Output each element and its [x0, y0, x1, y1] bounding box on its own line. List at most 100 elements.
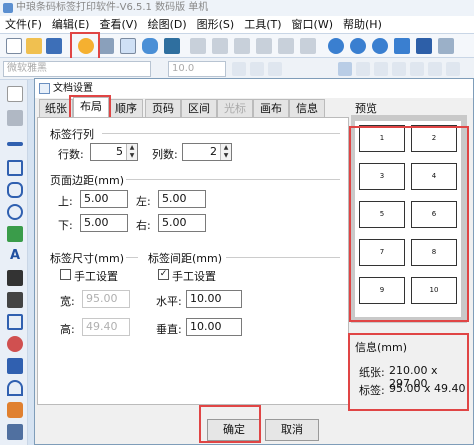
stepper-arrows-icon[interactable]: ▲ ▼ [126, 144, 137, 160]
new-document-icon[interactable] [6, 38, 22, 54]
margin-top-input[interactable]: 5.00 [80, 190, 128, 208]
char-spacing-icon[interactable] [446, 62, 460, 76]
underline-icon[interactable] [268, 62, 282, 76]
cols-stepper[interactable]: 2 ▲ ▼ [182, 143, 232, 161]
align-center-icon[interactable] [356, 62, 370, 76]
font-name-select[interactable]: 微软雅黑 [3, 61, 151, 77]
database-icon[interactable] [142, 38, 158, 54]
bold-icon[interactable] [232, 62, 246, 76]
tab-info[interactable]: 信息 [289, 99, 325, 117]
rows-label: 行数: [58, 148, 84, 161]
paste-icon[interactable] [234, 38, 250, 54]
align-right-icon[interactable] [374, 62, 388, 76]
menu-tools[interactable]: 工具(T) [239, 16, 286, 34]
zoom-fit-icon[interactable] [372, 38, 388, 54]
vertical-spacing-label: 垂直: [156, 323, 182, 336]
rows-stepper[interactable]: 5 ▲ ▼ [90, 143, 138, 161]
qrcode-icon[interactable] [7, 292, 23, 308]
line-icon[interactable] [7, 142, 23, 146]
open-folder-icon[interactable] [26, 38, 42, 54]
app-title-bar: 中琅条码标签打印软件-V6.5.1 数码版 单机 [0, 0, 474, 16]
grid-view-icon[interactable] [416, 38, 432, 54]
tab-order[interactable]: 顺序 [109, 99, 143, 117]
pen-icon[interactable] [7, 402, 23, 418]
justify-icon[interactable] [392, 62, 406, 76]
save-icon[interactable] [46, 38, 62, 54]
margin-right-label: 右: [136, 219, 151, 232]
zoom-in-icon[interactable] [328, 38, 344, 54]
curve-icon[interactable] [7, 358, 23, 374]
cut-icon[interactable] [190, 38, 206, 54]
cancel-button[interactable]: 取消 [265, 419, 319, 441]
menu-window[interactable]: 窗口(W) [287, 16, 338, 34]
text-icon[interactable]: A [7, 248, 23, 264]
table-icon[interactable] [7, 314, 23, 330]
margin-bottom-label: 下: [58, 219, 73, 232]
horizontal-spacing-input[interactable]: 10.00 [186, 290, 242, 308]
preview-area: 1 2 3 4 5 6 7 8 9 10 [351, 115, 467, 323]
size-manual-checkbox[interactable] [60, 269, 71, 280]
preview-title: 预览 [355, 102, 377, 115]
tab-canvas[interactable]: 画布 [253, 99, 289, 117]
label-height-input[interactable]: 49.40 [82, 318, 130, 336]
ellipse-icon[interactable] [7, 204, 23, 220]
stepper-arrows-icon[interactable]: ▲ ▼ [220, 144, 231, 160]
margin-bottom-input[interactable]: 5.00 [80, 214, 128, 232]
preview-cell: 10 [411, 277, 457, 304]
menu-help[interactable]: 帮助(H) [338, 16, 387, 34]
layout-icon[interactable] [438, 38, 454, 54]
vertical-spacing-input[interactable]: 10.00 [186, 318, 242, 336]
label-width-input[interactable]: 95.00 [82, 290, 130, 308]
zoom-page-icon[interactable] [394, 38, 410, 54]
group-divider [102, 133, 340, 134]
print-preview-icon[interactable] [120, 38, 136, 54]
menu-view[interactable]: 查看(V) [94, 16, 142, 34]
rounded-rect-icon[interactable] [7, 182, 23, 198]
more-tools-icon[interactable] [7, 424, 23, 440]
tab-paper[interactable]: 纸张 [39, 99, 73, 117]
barcode-icon[interactable] [7, 270, 23, 286]
italic-icon[interactable] [250, 62, 264, 76]
rectangle-icon[interactable] [7, 160, 23, 176]
copy-icon[interactable] [212, 38, 228, 54]
shape-icon[interactable] [7, 336, 23, 352]
align-left-icon[interactable] [338, 62, 352, 76]
font-size-select[interactable]: 10.0 [168, 61, 226, 77]
margin-right-input[interactable]: 5.00 [158, 214, 206, 232]
distribute-icon[interactable] [410, 62, 424, 76]
tab-page-number[interactable]: 页码 [145, 99, 181, 117]
redo-icon[interactable] [300, 38, 316, 54]
dialog-title: 文档设置 [53, 83, 93, 94]
menu-draw[interactable]: 绘图(D) [143, 16, 192, 34]
margin-left-input[interactable]: 5.00 [158, 190, 206, 208]
pointer-icon[interactable] [7, 86, 23, 102]
preview-page: 1 2 3 4 5 6 7 8 9 10 [355, 121, 461, 317]
menu-edit[interactable]: 编辑(E) [47, 16, 95, 34]
print-icon[interactable] [98, 38, 114, 54]
menu-file[interactable]: 文件(F) [0, 16, 47, 34]
delete-icon[interactable] [256, 38, 272, 54]
info-title: 信息(mm) [355, 341, 408, 354]
ok-button[interactable]: 确定 [207, 419, 261, 441]
zoom-out-icon[interactable] [350, 38, 366, 54]
hand-icon[interactable] [7, 110, 23, 126]
image-icon[interactable] [7, 226, 23, 242]
arc-icon[interactable] [7, 380, 23, 396]
tab-layout[interactable]: 布局 [73, 97, 109, 118]
grid-icon[interactable] [164, 38, 180, 54]
spacing-manual-checkbox[interactable]: ✓ [158, 269, 169, 280]
document-settings-icon[interactable] [78, 38, 94, 54]
app-logo-icon [3, 3, 13, 13]
spacing-manual-label: 手工设置 [172, 270, 216, 283]
group-divider [126, 179, 340, 180]
preview-cell: 6 [411, 201, 457, 228]
preview-cell: 1 [359, 125, 405, 152]
tab-range[interactable]: 区间 [181, 99, 217, 117]
group-divider [126, 257, 138, 258]
menu-shape[interactable]: 图形(S) [192, 16, 240, 34]
app-title: 中琅条码标签打印软件-V6.5.1 数码版 单机 [16, 2, 209, 13]
line-spacing-icon[interactable] [428, 62, 442, 76]
tab-cursor[interactable]: 光标 [217, 99, 253, 117]
undo-icon[interactable] [278, 38, 294, 54]
height-label: 高: [60, 323, 75, 336]
